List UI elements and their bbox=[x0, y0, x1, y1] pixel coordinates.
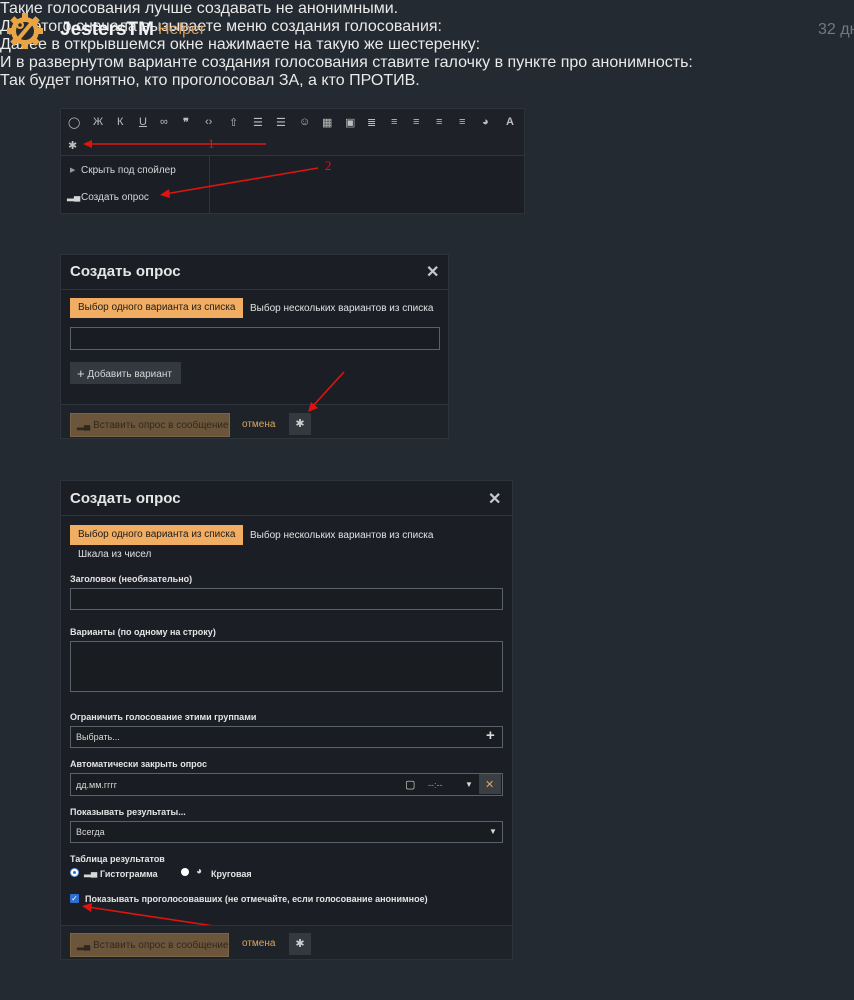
annotation-arrow bbox=[308, 371, 345, 412]
annotation-label-2: 2 bbox=[325, 158, 332, 173]
author-role-badge: Helper bbox=[158, 21, 206, 38]
gear-wrench-avatar-icon[interactable] bbox=[4, 8, 46, 54]
annotation-arrow bbox=[82, 903, 215, 927]
paragraph-5: Так будет понятно, кто проголосовал ЗА, … bbox=[0, 72, 420, 89]
insert-poll-button: ▂▄ Вставить опрос в сообщение bbox=[70, 933, 229, 957]
paragraph-1: Такие голосования лучше создавать не ано… bbox=[0, 0, 399, 17]
screenshot-expanded-poll-dialog: Создать опрос ✕ Выбор одного варианта из… bbox=[60, 480, 513, 960]
post-author[interactable]: JestersTM bbox=[60, 19, 154, 41]
annotation-label-1: 1 bbox=[208, 136, 215, 151]
post-timestamp[interactable]: 32 дн bbox=[818, 21, 854, 39]
paragraph-4: И в развернутом варианте создания голосо… bbox=[0, 54, 693, 71]
screenshot-create-poll-dialog: Создать опрос ✕ Выбор одного варианта из… bbox=[60, 254, 449, 439]
chart-icon: ▂▄ bbox=[77, 940, 91, 950]
gear-icon: ✱ bbox=[289, 933, 311, 955]
cancel-link: отмена bbox=[242, 938, 276, 949]
annotation-arrows bbox=[83, 140, 319, 198]
screenshot-editor-toolbar: ◯ Ж К U ∞ ❞ ‹› ⇧ ☰ ☰ ☺ ▦ ▣ ≣ ≡ ≡ ≡ ≡ ◕ A… bbox=[60, 108, 525, 214]
